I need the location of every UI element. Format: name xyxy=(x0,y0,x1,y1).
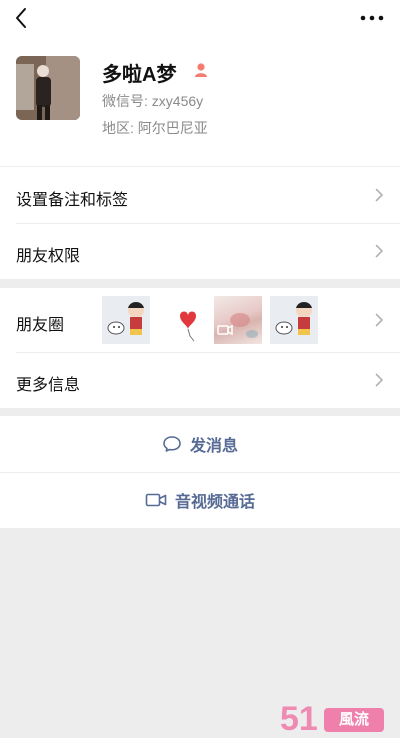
site-watermark: 51 風流 xyxy=(280,702,400,736)
wechat-id-label: 微信号: xyxy=(102,93,148,109)
cartoon-boy-dog-image xyxy=(270,296,318,344)
moments-row[interactable]: 朋友圈 xyxy=(0,288,400,352)
chevron-right-icon xyxy=(375,313,383,327)
remark-tags-label: 设置备注和标签 xyxy=(16,192,129,209)
contact-name: 多啦A梦 xyxy=(102,64,177,86)
heart-balloon-image xyxy=(168,296,216,344)
friend-permissions-row[interactable]: 朋友权限 xyxy=(0,223,400,279)
send-message-button[interactable]: 发消息 xyxy=(0,416,400,472)
watermark-badge: 風流 xyxy=(324,708,384,732)
settings-group: 设置备注和标签 朋友权限 xyxy=(0,167,400,279)
profile-header: 多啦A梦 微信号: zxy456y 地区: 阿尔巴尼亚 xyxy=(0,38,400,166)
avatar-photo xyxy=(16,56,80,120)
more-info-row[interactable]: 更多信息 xyxy=(0,352,400,408)
watermark-number: 51 xyxy=(280,700,318,738)
top-navigation-bar xyxy=(0,0,400,38)
moments-thumbnail[interactable] xyxy=(270,296,318,344)
video-call-button[interactable]: 音视频通话 xyxy=(0,472,400,528)
remark-tags-row[interactable]: 设置备注和标签 xyxy=(0,167,400,223)
moments-thumbnail[interactable] xyxy=(168,296,216,344)
moments-group: 朋友圈 更多信息 xyxy=(0,288,400,408)
female-gender-icon xyxy=(195,63,207,77)
avatar[interactable] xyxy=(16,56,80,120)
cartoon-boy-dog-image xyxy=(102,296,150,344)
chevron-right-icon xyxy=(375,244,383,258)
moments-thumbnail[interactable] xyxy=(102,296,150,344)
wechat-id-value: zxy456y xyxy=(151,93,204,109)
region-label: 地区: xyxy=(102,120,134,136)
chevron-right-icon xyxy=(375,373,383,387)
wechat-id-line: 微信号: zxy456y xyxy=(102,91,203,111)
chevron-right-icon xyxy=(375,188,383,202)
video-call-label: 音视频通话 xyxy=(174,494,255,511)
video-camera-icon xyxy=(217,313,258,338)
back-arrow-icon[interactable] xyxy=(10,6,34,30)
more-options-icon[interactable] xyxy=(360,13,384,23)
moments-video-thumbnail[interactable] xyxy=(214,296,262,344)
moments-label: 朋友圈 xyxy=(16,317,65,334)
action-group: 发消息 音视频通话 xyxy=(0,416,400,528)
region-line: 地区: 阿尔巴尼亚 xyxy=(102,118,208,138)
video-call-icon xyxy=(145,493,167,507)
chat-bubble-icon xyxy=(163,436,181,452)
region-value: 阿尔巴尼亚 xyxy=(137,120,208,136)
friend-permissions-label: 朋友权限 xyxy=(16,248,81,265)
more-info-label: 更多信息 xyxy=(16,377,81,394)
send-message-label: 发消息 xyxy=(189,438,238,455)
